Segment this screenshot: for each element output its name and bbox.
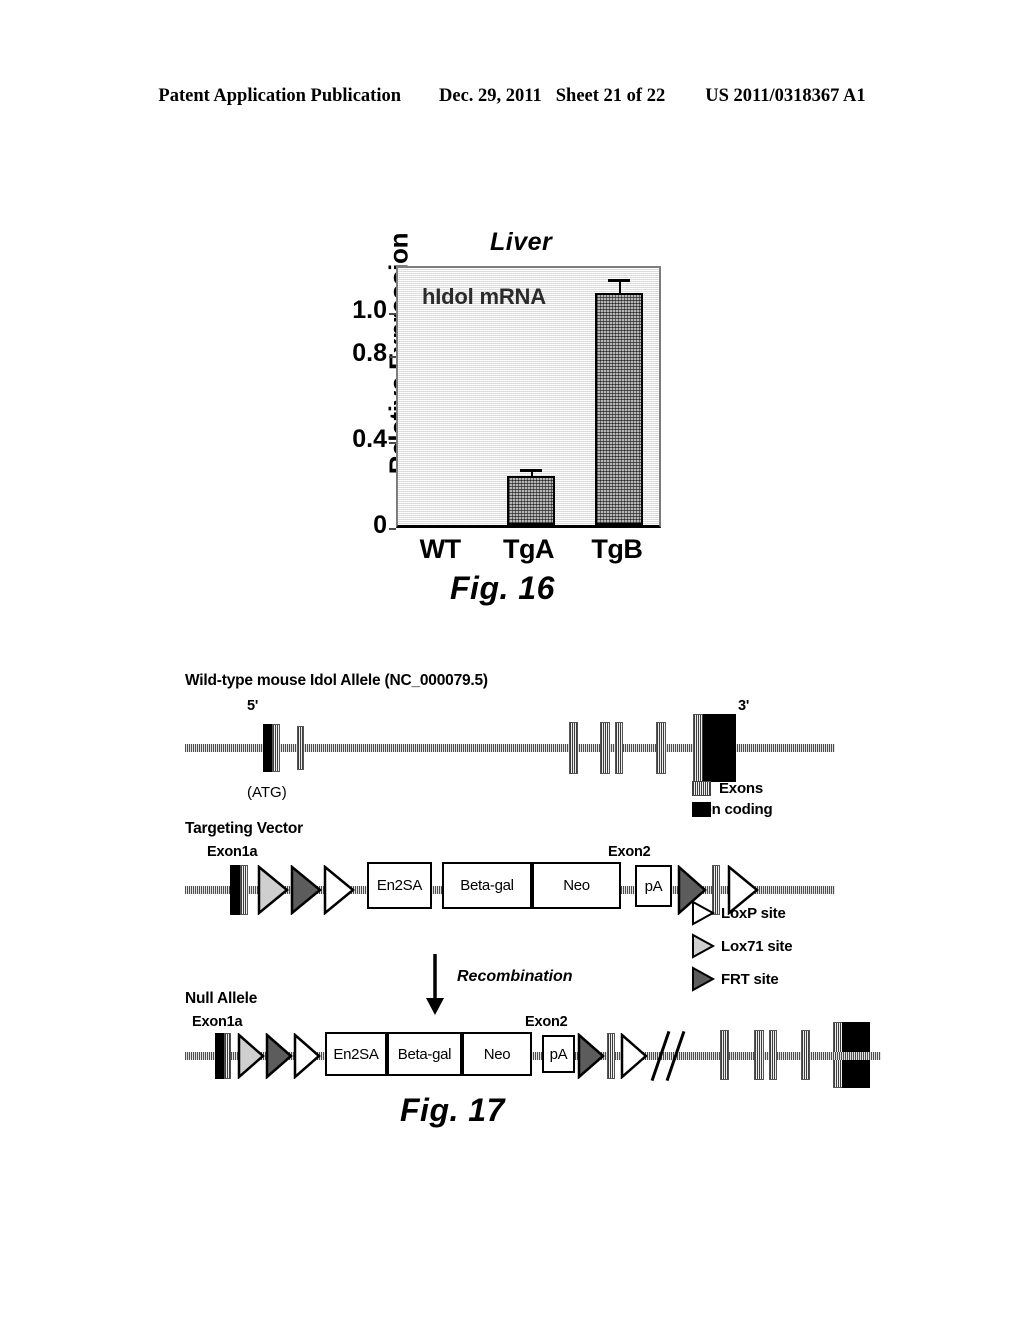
lox71-legend-arrow-icon <box>692 933 716 959</box>
error-bar-cap-tga <box>519 469 542 473</box>
wildtype-exon2 <box>297 726 304 770</box>
x-tick-label-wt: WT <box>419 534 461 564</box>
null-allele-box-betagal: Beta-gal <box>387 1032 462 1076</box>
null-allele-box-pa: pA <box>542 1035 575 1073</box>
y-tick-label: 0.8 <box>352 339 387 368</box>
loxp-site-arrow-icon <box>323 865 355 915</box>
wildtype-exon6 <box>656 722 666 774</box>
x-tick-label-tga: TgA <box>503 534 554 564</box>
targeting-vector-box-betagal: Beta-gal <box>442 862 532 909</box>
error-bar-tga <box>530 472 533 476</box>
null-allele-exon1a-coding-block <box>215 1033 224 1079</box>
wildtype-exon3 <box>569 722 578 774</box>
y-tick-label: 0 <box>373 511 387 539</box>
y-tick-label: 0.4 <box>352 425 387 454</box>
legend-loxp-label: LoxP site <box>721 904 786 922</box>
targeting-vector-exon2-label: Exon2 <box>608 844 651 860</box>
targeting-vector-exon1a-coding-block <box>230 865 240 915</box>
targeting-vector-exon1a <box>240 865 248 915</box>
wildtype-five-prime-label: 5' <box>247 698 259 714</box>
plot-area: hIdol mRNA <box>396 266 661 528</box>
legend-exons: Exons <box>692 780 763 797</box>
y-tick-mark <box>389 528 396 530</box>
null-allele-exon2 <box>607 1033 615 1079</box>
null-allele-box-en2sa: En2SA <box>325 1032 387 1076</box>
y-tick-mark <box>389 313 396 316</box>
wildtype-backbone <box>185 744 835 752</box>
frt-site-arrow-icon-4 <box>577 1033 605 1079</box>
header-date: Dec. 29, 2011 <box>439 86 542 106</box>
y-tick-mark <box>389 442 396 445</box>
frt-site-arrow-icon-3 <box>265 1033 293 1079</box>
wildtype-exon4 <box>600 722 610 774</box>
null-allele-downstream-exon-4 <box>801 1030 810 1080</box>
chart-title: Liver <box>490 228 553 256</box>
wildtype-noncoding-region <box>703 714 736 782</box>
legend-frt-site: FRT site <box>690 966 779 992</box>
null-allele-downstream-exon-1 <box>720 1030 729 1080</box>
noncoding-swatch-icon <box>692 802 711 817</box>
x-tick-label-tgb: TgB <box>591 534 643 564</box>
header-patent-number: US 2011/0318367 A1 <box>705 86 866 106</box>
legend-loxp-site: LoxP site <box>690 900 786 926</box>
targeting-vector-box-neo: Neo <box>532 862 621 909</box>
bar-tgb <box>594 293 643 525</box>
wildtype-atg-label: (ATG) <box>247 784 287 801</box>
figure-17-caption: Fig. 17 <box>400 1092 505 1128</box>
loxp-site-arrow-icon-4 <box>620 1033 648 1079</box>
frt-legend-arrow-icon <box>692 966 716 992</box>
targeting-vector-box-en2sa: En2SA <box>367 862 432 909</box>
figure-16: Liver Relative Expression hIdol mRNA 00.… <box>330 228 690 628</box>
wildtype-three-prime-label: 3' <box>738 698 750 714</box>
frt-site-arrow-icon <box>290 865 322 915</box>
legend-lox71-site: Lox71 site <box>690 933 793 959</box>
recombination-label: Recombination <box>457 968 573 985</box>
null-allele-exon1a <box>224 1033 231 1079</box>
null-allele-exon2-label: Exon2 <box>525 1014 568 1030</box>
lox71-site-arrow-icon <box>257 865 289 915</box>
header-publication: Patent Application Publication <box>158 86 401 106</box>
null-allele-heading: Null Allele <box>185 990 258 1007</box>
wildtype-exon1a <box>272 724 280 772</box>
error-bar-cap-tgb <box>607 279 630 283</box>
null-allele-box-neo: Neo <box>462 1032 532 1076</box>
legend-noncoding: Non coding <box>692 801 773 818</box>
header-sheet: Sheet 21 of 22 <box>555 86 666 106</box>
plot-annotation: hIdol mRNA <box>422 284 546 309</box>
wildtype-exon5 <box>615 722 623 774</box>
targeting-vector-box-pa: pA <box>635 865 672 907</box>
targeting-vector-exon1a-label: Exon1a <box>207 844 258 860</box>
legend-exons-label: Exons <box>719 780 764 797</box>
targeting-vector-heading: Targeting Vector <box>185 820 303 837</box>
lox71-site-arrow-icon-3 <box>237 1033 265 1079</box>
legend-lox71-label: Lox71 site <box>721 937 793 955</box>
page-header: Patent Application Publication Dec. 29, … <box>0 86 1024 107</box>
loxp-site-arrow-icon-3 <box>293 1033 321 1079</box>
y-tick-label: 1.0 <box>352 296 387 325</box>
legend-frt-label: FRT site <box>721 970 779 988</box>
null-allele-backbone-tail <box>833 1052 881 1060</box>
bar-tga <box>506 475 555 525</box>
plot-wrapper: hIdol mRNA 0 0.4 0.8 1.0 WT TgA TgB <box>352 266 661 564</box>
wildtype-exon1a-coding-block <box>263 724 272 772</box>
error-bar-tgb <box>618 282 621 294</box>
wildtype-heading: Wild-type mouse Idol Allele (NC_000079.5… <box>185 672 488 689</box>
null-allele-downstream-exon-3 <box>769 1030 777 1080</box>
exons-swatch-icon <box>692 781 711 796</box>
figure-17: Wild-type mouse Idol Allele (NC_000079.5… <box>185 672 881 1142</box>
recombination-arrow-icon <box>426 954 444 1015</box>
figure-16-caption: Fig. 16 <box>450 570 555 606</box>
loxp-legend-arrow-icon <box>692 900 716 926</box>
null-allele-downstream-exon-2 <box>754 1030 764 1080</box>
null-allele-exon1a-label: Exon1a <box>192 1014 243 1030</box>
y-tick-mark <box>389 356 396 359</box>
